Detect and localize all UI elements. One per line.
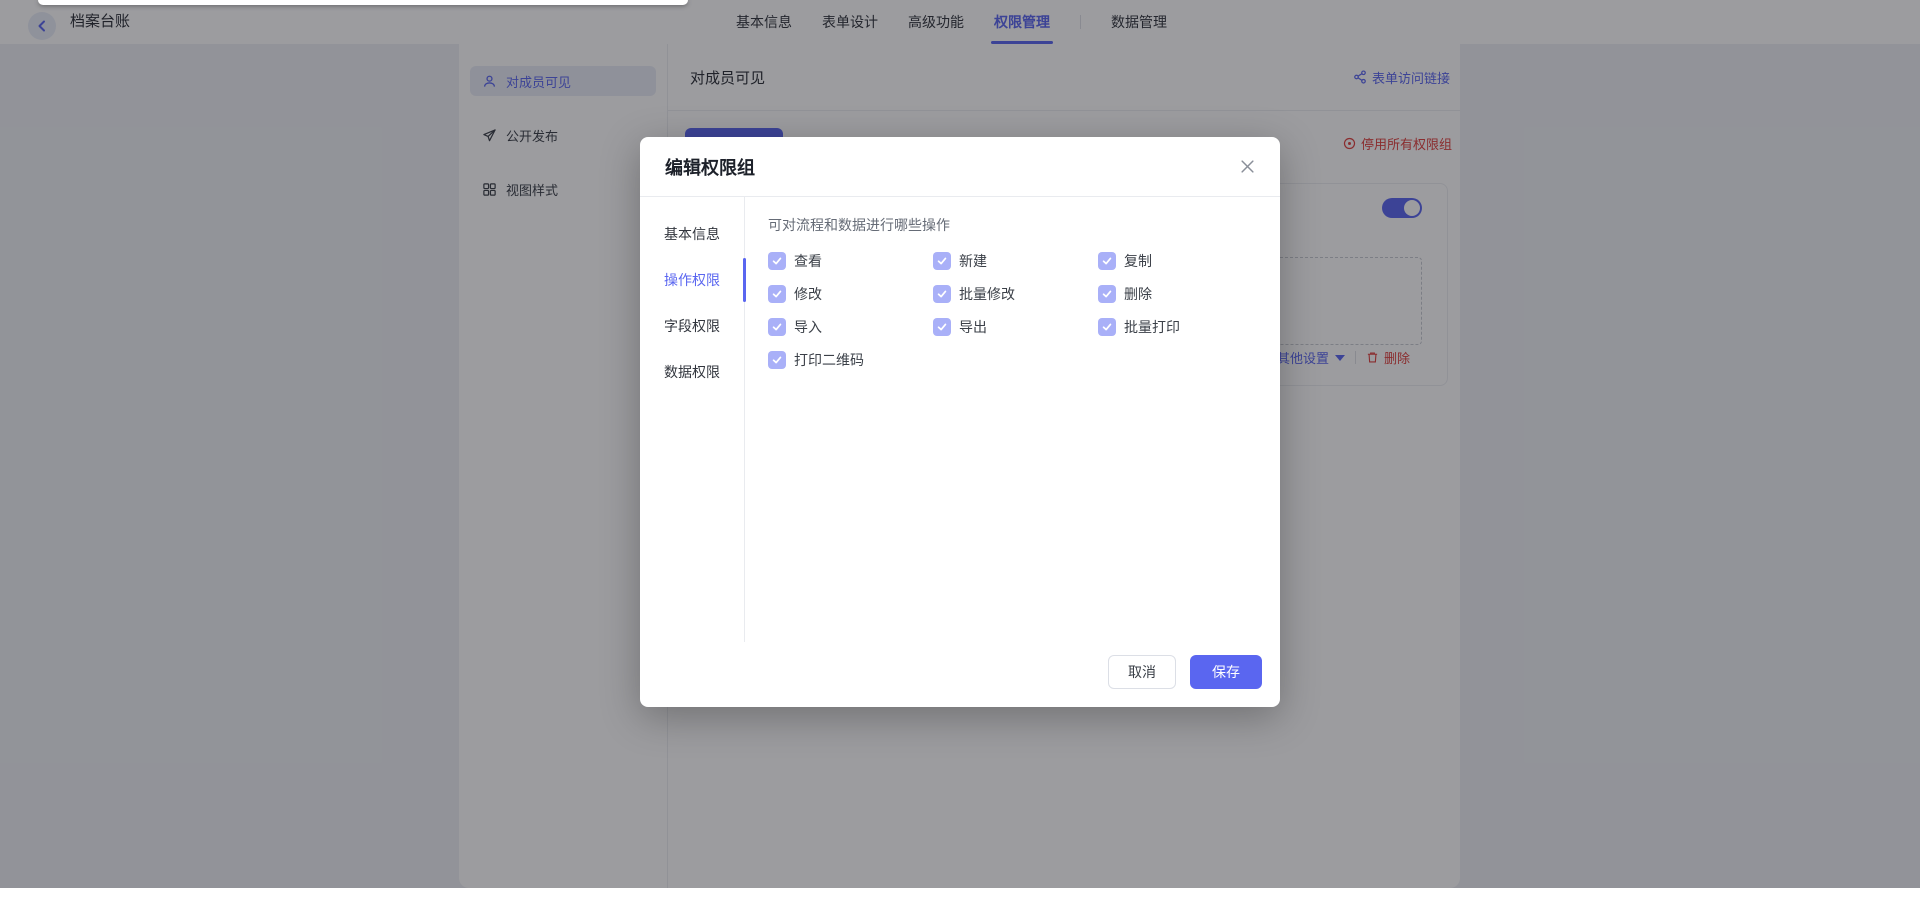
dialog-nav-data-permission[interactable]: 数据权限 xyxy=(640,349,744,395)
dialog-title: 编辑权限组 xyxy=(665,157,755,178)
perm-import[interactable]: 导入 xyxy=(768,317,933,337)
checkbox-checked-icon xyxy=(1098,252,1116,270)
checkbox-checked-icon xyxy=(768,285,786,303)
perm-label: 打印二维码 xyxy=(794,352,864,368)
dialog-nav: 基本信息 操作权限 字段权限 数据权限 xyxy=(640,197,746,642)
checkbox-checked-icon xyxy=(1098,318,1116,336)
save-button[interactable]: 保存 xyxy=(1190,655,1262,689)
perm-modify[interactable]: 修改 xyxy=(768,284,933,304)
perm-label: 修改 xyxy=(794,286,822,302)
perm-create[interactable]: 新建 xyxy=(933,251,1098,271)
edit-permission-group-dialog: 编辑权限组 基本信息 操作权限 字段权限 数据权限 可对流程和数据进行哪些操作 xyxy=(640,137,1280,707)
perm-label: 查看 xyxy=(794,253,822,269)
operation-permission-pane: 可对流程和数据进行哪些操作 查看 新建 复制 修改 批量修改 删除 导入 导出 … xyxy=(745,197,1280,642)
checkbox-checked-icon xyxy=(933,252,951,270)
checkbox-checked-icon xyxy=(768,252,786,270)
checkbox-checked-icon xyxy=(933,318,951,336)
perm-label: 新建 xyxy=(959,253,987,269)
perm-label: 导入 xyxy=(794,319,822,335)
perm-delete[interactable]: 删除 xyxy=(1098,284,1260,304)
perm-copy[interactable]: 复制 xyxy=(1098,251,1260,271)
dialog-footer: 取消 保存 xyxy=(1108,655,1262,689)
dialog-header: 编辑权限组 xyxy=(640,137,1280,197)
checkbox-checked-icon xyxy=(933,285,951,303)
close-button[interactable] xyxy=(1240,159,1255,174)
checkbox-checked-icon xyxy=(768,351,786,369)
perm-view[interactable]: 查看 xyxy=(768,251,933,271)
dialog-nav-basic-info[interactable]: 基本信息 xyxy=(640,211,744,257)
browser-popup-edge xyxy=(38,0,688,5)
perm-export[interactable]: 导出 xyxy=(933,317,1098,337)
dialog-nav-operation-permission[interactable]: 操作权限 xyxy=(640,257,746,303)
perm-label: 复制 xyxy=(1124,253,1152,269)
perm-label: 批量修改 xyxy=(959,286,1015,302)
close-icon xyxy=(1241,160,1254,173)
cancel-button[interactable]: 取消 xyxy=(1108,655,1176,689)
checkbox-checked-icon xyxy=(1098,285,1116,303)
permission-section-heading: 可对流程和数据进行哪些操作 xyxy=(768,217,950,233)
screen: 档案台账 基本信息 表单设计 高级功能 权限管理 数据管理 对成员可见 公开发布… xyxy=(0,0,1920,898)
permission-grid: 查看 新建 复制 修改 批量修改 删除 导入 导出 批量打印 打印二维码 xyxy=(768,251,1260,370)
perm-label: 导出 xyxy=(959,319,987,335)
perm-label: 批量打印 xyxy=(1124,319,1180,335)
perm-label: 删除 xyxy=(1124,286,1152,302)
perm-batch-print[interactable]: 批量打印 xyxy=(1098,317,1260,337)
perm-batch-modify[interactable]: 批量修改 xyxy=(933,284,1098,304)
dialog-body: 基本信息 操作权限 字段权限 数据权限 可对流程和数据进行哪些操作 查看 新建 xyxy=(640,197,1280,642)
checkbox-checked-icon xyxy=(768,318,786,336)
perm-print-qrcode[interactable]: 打印二维码 xyxy=(768,350,933,370)
dialog-nav-field-permission[interactable]: 字段权限 xyxy=(640,303,744,349)
